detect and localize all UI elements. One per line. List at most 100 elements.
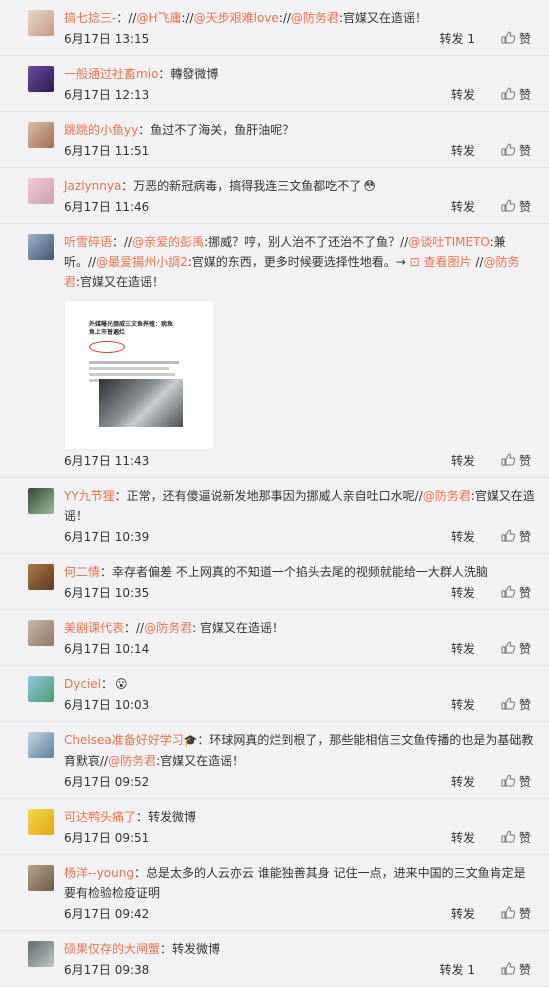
comment-timestamp: 6月17日 10:14	[64, 642, 150, 656]
like-button[interactable]: 赞	[501, 527, 531, 548]
like-button[interactable]: 赞	[501, 960, 531, 981]
forward-button[interactable]: 转发	[451, 141, 475, 161]
mention-link[interactable]: @天步艰难love	[194, 11, 279, 25]
like-label: 赞	[518, 642, 531, 656]
attached-image[interactable]: 外媒曝光挪威三文鱼养殖：病鱼 鱼上市普遍烂	[64, 300, 214, 450]
comment-meta: 6月17日 09:42 转发 赞	[64, 904, 535, 924]
like-button[interactable]: 赞	[501, 904, 531, 925]
comment-username[interactable]: 听雪碎语	[64, 235, 112, 249]
comment-item: Chelsea准备好好学习🎓：环球网真的烂到根了，那些能相信三文鱼传播的也是为基…	[0, 722, 549, 799]
comment-username[interactable]: YY九节狸	[64, 489, 115, 503]
comment-username[interactable]: 跳跳的小鱼yy	[64, 123, 138, 137]
forward-button[interactable]: 转发	[451, 527, 475, 547]
comment-username[interactable]: 一般通过社畜mio	[64, 67, 158, 81]
mention-link[interactable]: @亲爱的彭禹	[132, 235, 204, 249]
forward-button[interactable]: 转发 1	[440, 29, 475, 49]
avatar[interactable]	[28, 676, 54, 702]
comment-username[interactable]: Jazlynnya	[64, 179, 121, 193]
comment-username[interactable]: 搞七捻三-	[64, 11, 116, 25]
avatar[interactable]	[28, 488, 54, 514]
like-button[interactable]: 赞	[501, 85, 531, 106]
forward-button[interactable]: 转发	[451, 583, 475, 603]
comment-timestamp: 6月17日 09:38	[64, 963, 150, 977]
view-image-label: 查看图片	[423, 255, 472, 269]
forward-button[interactable]: 转发	[451, 904, 475, 924]
comment-username[interactable]: Dyciel	[64, 677, 101, 691]
thumbs-up-icon	[501, 452, 516, 472]
like-button[interactable]: 赞	[501, 639, 531, 660]
comment-username[interactable]: 硕果仅存的大闸蟹	[64, 942, 160, 956]
like-label: 赞	[518, 698, 531, 712]
forward-button[interactable]: 转发	[451, 695, 475, 715]
avatar[interactable]	[28, 66, 54, 92]
view-image-link[interactable]: ⊡ 查看图片	[410, 255, 472, 269]
comment-item: 何二情：幸存者偏差 不上网真的不知道一个掐头去尾的视频就能给一大群人洗脑 6月17…	[0, 554, 549, 610]
comment-meta: 6月17日 10:03 转发 赞	[64, 695, 535, 715]
like-label: 赞	[518, 32, 531, 46]
comment-meta: 6月17日 10:14 转发 赞	[64, 639, 535, 659]
like-button[interactable]: 赞	[501, 695, 531, 716]
thumbs-up-icon	[501, 905, 516, 925]
avatar[interactable]	[28, 732, 54, 758]
avatar[interactable]	[28, 620, 54, 646]
comment-text: ://	[278, 11, 291, 25]
like-button[interactable]: 赞	[501, 828, 531, 849]
avatar[interactable]	[28, 564, 54, 590]
like-button[interactable]: 赞	[501, 141, 531, 162]
comment-text: ：	[101, 677, 114, 691]
like-label: 赞	[518, 530, 531, 544]
comment-timestamp: 6月17日 11:43	[64, 454, 150, 468]
comment-timestamp: 6月17日 10:03	[64, 698, 150, 712]
comment-text: ：轉發微博	[158, 67, 219, 81]
mention-link[interactable]: @防务君	[291, 11, 339, 25]
comment-timestamp: 6月17日 13:15	[64, 32, 150, 46]
forward-button[interactable]: 转发 1	[440, 960, 475, 980]
comment-username[interactable]: Chelsea准备好好学习	[64, 733, 184, 747]
comment-meta: 6月17日 10:39 转发 赞	[64, 527, 535, 547]
forward-button[interactable]: 转发	[451, 639, 475, 659]
avatar[interactable]	[28, 809, 54, 835]
like-button[interactable]: 赞	[501, 451, 531, 472]
comment-text: ：正常，还有傻逼说新发地那事因为挪威人亲自吐口水呢//	[114, 489, 423, 503]
comment-meta: 6月17日 13:15 转发 1 赞	[64, 29, 535, 49]
comment-meta: 6月17日 09:51 转发 赞	[64, 828, 535, 848]
forward-button[interactable]: 转发	[451, 828, 475, 848]
like-button[interactable]: 赞	[501, 197, 531, 218]
comment-item: 杨洋--young：总是太多的人云亦云 谁能独善其身 记住一点，进来中国的三文鱼…	[0, 855, 549, 931]
avatar[interactable]	[28, 941, 54, 967]
comment-item: 跳跳的小鱼yy：鱼过不了海关，鱼肝油呢？ 6月17日 11:51 转发 赞	[0, 112, 549, 168]
forward-button[interactable]: 转发	[451, 85, 475, 105]
comment-item: Dyciel： 😮 6月17日 10:03 转发 赞	[0, 666, 549, 722]
mention-link[interactable]: @防务君	[144, 621, 192, 635]
comment-body: 杨洋--young：总是太多的人云亦云 谁能独善其身 记住一点，进来中国的三文鱼…	[64, 863, 535, 924]
comment-item: 一般通过社畜mio：轉發微博 6月17日 12:13 转发 赞	[0, 56, 549, 112]
avatar[interactable]	[28, 865, 54, 891]
avatar[interactable]	[28, 234, 54, 260]
comment-username[interactable]: 美剧课代表	[64, 621, 124, 635]
mention-link[interactable]: @防务君	[423, 489, 471, 503]
avatar[interactable]	[28, 178, 54, 204]
like-label: 赞	[518, 454, 531, 468]
thumbs-up-icon	[501, 696, 516, 716]
thumbs-up-icon	[501, 86, 516, 106]
comment-username[interactable]: 何二情	[64, 565, 100, 579]
avatar[interactable]	[28, 122, 54, 148]
mention-link[interactable]: @最爱揚州小調2	[96, 255, 188, 269]
like-button[interactable]: 赞	[501, 29, 531, 50]
highlight-circle	[89, 341, 125, 353]
comment-username[interactable]: 杨洋--young	[64, 866, 134, 880]
mention-link[interactable]: @防务君	[108, 754, 156, 768]
comment-text: ：转发微博	[160, 942, 221, 956]
comment-text: ：鱼过不了海关，鱼肝油呢？	[138, 123, 295, 137]
forward-button[interactable]: 转发	[451, 772, 475, 792]
like-button[interactable]: 赞	[501, 583, 531, 604]
forward-button[interactable]: 转发	[451, 451, 475, 471]
avatar[interactable]	[28, 10, 54, 36]
like-button[interactable]: 赞	[501, 772, 531, 793]
comment-item: 硕果仅存的大闸蟹：转发微博 6月17日 09:38 转发 1 赞	[0, 931, 549, 987]
mention-link[interactable]: @谈吐TIMETO	[408, 235, 489, 249]
mention-link[interactable]: @H飞庸	[136, 11, 181, 25]
comment-username[interactable]: 可达鸭头痛了	[64, 810, 136, 824]
forward-button[interactable]: 转发	[451, 197, 475, 217]
comment-timestamp: 6月17日 09:51	[64, 831, 150, 845]
